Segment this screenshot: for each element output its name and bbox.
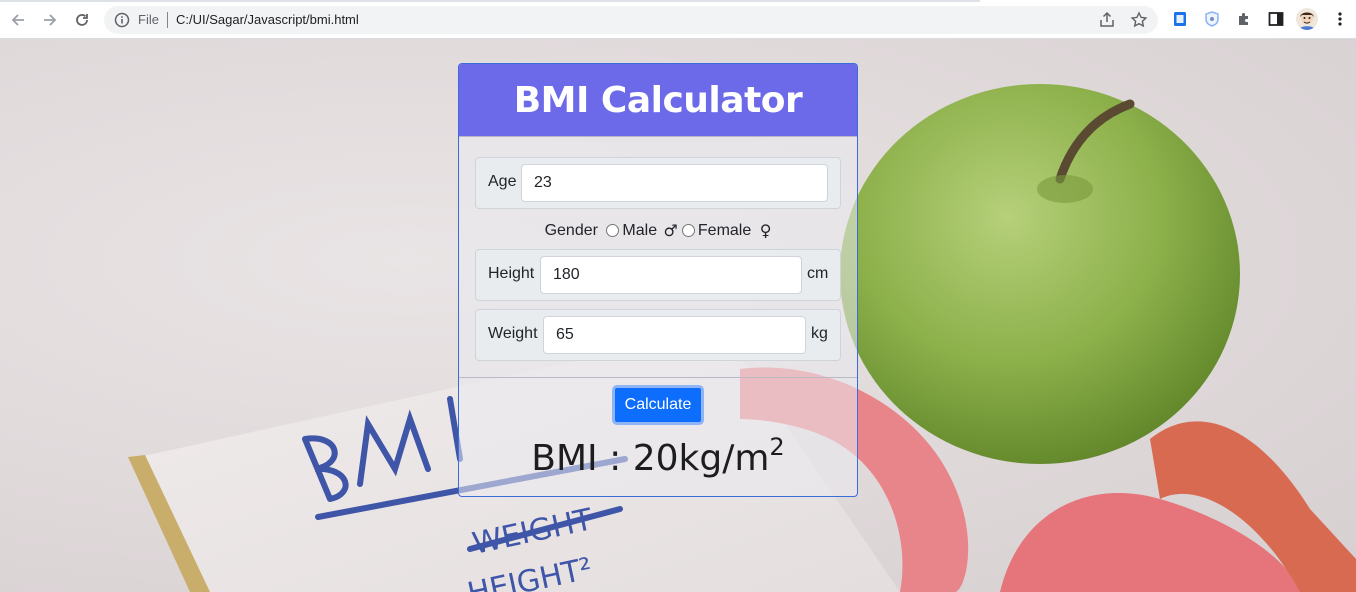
bmi-result-text: BMI : 20kg/m — [531, 438, 770, 479]
side-panel-icon[interactable] — [1267, 10, 1285, 28]
reload-icon — [76, 14, 88, 26]
weight-input[interactable] — [543, 316, 806, 354]
shield-extension-icon[interactable] — [1203, 10, 1221, 28]
page-viewport: WEIGHT HEIGHT² BMI Calculator Age Gender… — [0, 39, 1356, 592]
card-header: BMI Calculator — [459, 64, 857, 137]
age-input-group: Age — [475, 157, 841, 209]
calculate-button[interactable]: Calculate — [612, 385, 704, 425]
height-label: Height — [488, 265, 535, 282]
info-circle-icon[interactable] — [114, 12, 130, 28]
avatar[interactable] — [1296, 8, 1318, 30]
age-label: Age — [488, 173, 517, 190]
url-separator — [167, 12, 168, 28]
gender-label: Gender — [544, 221, 598, 239]
height-unit: cm — [807, 265, 829, 282]
bmi-result-exponent: 2 — [769, 433, 785, 461]
gender-row: Gender Male ♂ Female ♀ — [459, 221, 857, 240]
height-input-group: Height cm — [475, 249, 841, 301]
share-icon[interactable] — [1098, 11, 1116, 29]
tabstrip-edge — [0, 0, 980, 2]
url-text[interactable]: C:/UI/Sagar/Javascript/bmi.html — [176, 12, 359, 27]
avatar-icon — [1298, 12, 1316, 30]
male-radio[interactable] — [606, 224, 620, 237]
female-symbol-icon: ♀ — [759, 221, 772, 240]
height-input[interactable] — [540, 256, 802, 294]
forward-button[interactable] — [38, 8, 62, 32]
docs-extension-icon[interactable] — [1171, 10, 1189, 28]
weight-input-group: Weight kg — [475, 309, 841, 361]
page-title: BMI Calculator — [513, 79, 803, 121]
puzzle-extensions-icon[interactable] — [1235, 10, 1253, 28]
address-bar[interactable]: File C:/UI/Sagar/Javascript/bmi.html — [104, 6, 1158, 34]
browser-toolbar: File C:/UI/Sagar/Javascript/bmi.html — [0, 0, 1356, 39]
female-label: Female — [697, 221, 752, 239]
arrow-left-icon — [11, 14, 24, 26]
reload-button[interactable] — [70, 8, 94, 32]
weight-unit: kg — [811, 325, 828, 342]
female-radio[interactable] — [681, 224, 695, 237]
card-footer: Calculate BMI : 20kg/m2 — [459, 377, 857, 496]
weight-label: Weight — [488, 325, 538, 342]
back-button[interactable] — [6, 8, 30, 32]
star-icon[interactable] — [1130, 11, 1148, 29]
male-symbol-icon: ♂ — [663, 221, 678, 240]
bmi-card: BMI Calculator Age Gender Male ♂ Female ♀… — [458, 63, 858, 497]
male-label: Male — [622, 221, 658, 239]
kebab-menu-icon[interactable] — [1331, 10, 1349, 28]
arrow-right-icon — [44, 14, 57, 26]
url-scheme-label: File — [138, 12, 159, 27]
age-input[interactable] — [521, 164, 828, 202]
bmi-result: BMI : 20kg/m2 — [459, 433, 857, 479]
